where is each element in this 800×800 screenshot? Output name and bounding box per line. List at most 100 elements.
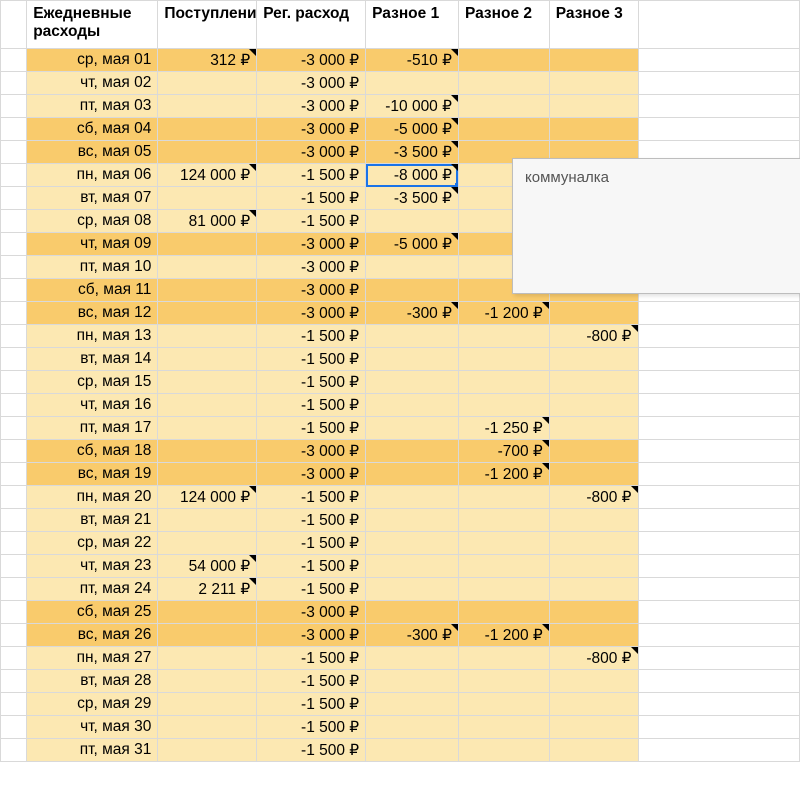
cell-m2[interactable] xyxy=(458,532,549,555)
row-stub[interactable] xyxy=(1,601,27,624)
cell-m2[interactable] xyxy=(458,394,549,417)
cell-m3[interactable] xyxy=(549,601,638,624)
cell-date[interactable]: ср, мая 29 xyxy=(27,693,158,716)
row-stub[interactable] xyxy=(1,256,27,279)
cell-m1[interactable]: -5 000 ₽ xyxy=(366,233,459,256)
cell-date[interactable]: пн, мая 06 xyxy=(27,164,158,187)
row-stub[interactable] xyxy=(1,371,27,394)
cell-m3[interactable]: -800 ₽ xyxy=(549,325,638,348)
cell-m1[interactable]: -510 ₽ xyxy=(366,49,459,72)
cell-date[interactable]: вт, мая 21 xyxy=(27,509,158,532)
cell-reg[interactable]: -3 000 ₽ xyxy=(257,302,366,325)
cell-blank[interactable] xyxy=(638,302,799,325)
cell-income[interactable]: 81 000 ₽ xyxy=(158,210,257,233)
cell-reg[interactable]: -1 500 ₽ xyxy=(257,555,366,578)
row-stub[interactable] xyxy=(1,118,27,141)
cell-m1[interactable]: -300 ₽ xyxy=(366,624,459,647)
cell-blank[interactable] xyxy=(638,95,799,118)
cell-m3[interactable] xyxy=(549,371,638,394)
cell-income[interactable] xyxy=(158,739,257,762)
cell-date[interactable]: сб, мая 25 xyxy=(27,601,158,624)
cell-income[interactable] xyxy=(158,716,257,739)
row-stub[interactable] xyxy=(1,233,27,256)
row-stub[interactable] xyxy=(1,647,27,670)
cell-m2[interactable]: -700 ₽ xyxy=(458,440,549,463)
cell-m1[interactable] xyxy=(366,463,459,486)
cell-date[interactable]: пт, мая 24 xyxy=(27,578,158,601)
cell-m1[interactable] xyxy=(366,509,459,532)
cell-income[interactable] xyxy=(158,233,257,256)
cell-reg[interactable]: -3 000 ₽ xyxy=(257,72,366,95)
row-stub[interactable] xyxy=(1,325,27,348)
cell-date[interactable]: чт, мая 09 xyxy=(27,233,158,256)
header-reg[interactable]: Рег. расход xyxy=(257,1,366,49)
cell-blank[interactable] xyxy=(638,601,799,624)
cell-date[interactable]: чт, мая 23 xyxy=(27,555,158,578)
cell-income[interactable] xyxy=(158,463,257,486)
cell-blank[interactable] xyxy=(638,693,799,716)
row-stub[interactable] xyxy=(1,164,27,187)
cell-income[interactable] xyxy=(158,302,257,325)
cell-m2[interactable]: -1 250 ₽ xyxy=(458,417,549,440)
cell-reg[interactable]: -1 500 ₽ xyxy=(257,693,366,716)
cell-date[interactable]: сб, мая 18 xyxy=(27,440,158,463)
cell-m1[interactable] xyxy=(366,371,459,394)
cell-blank[interactable] xyxy=(638,670,799,693)
cell-m2[interactable] xyxy=(458,325,549,348)
cell-m2[interactable] xyxy=(458,72,549,95)
cell-m3[interactable] xyxy=(549,49,638,72)
cell-m1[interactable] xyxy=(366,601,459,624)
cell-blank[interactable] xyxy=(638,509,799,532)
cell-date[interactable]: пт, мая 10 xyxy=(27,256,158,279)
spreadsheet-area[interactable]: Ежедневные расходы Поступления Рег. расх… xyxy=(0,0,800,800)
cell-income[interactable] xyxy=(158,417,257,440)
cell-m2[interactable] xyxy=(458,371,549,394)
row-stub[interactable] xyxy=(1,279,27,302)
cell-income[interactable] xyxy=(158,509,257,532)
row-stub[interactable] xyxy=(1,187,27,210)
cell-income[interactable]: 54 000 ₽ xyxy=(158,555,257,578)
cell-date[interactable]: пт, мая 17 xyxy=(27,417,158,440)
row-stub[interactable] xyxy=(1,578,27,601)
cell-date[interactable]: ср, мая 22 xyxy=(27,532,158,555)
cell-m2[interactable] xyxy=(458,118,549,141)
row-stub[interactable] xyxy=(1,670,27,693)
cell-reg[interactable]: -1 500 ₽ xyxy=(257,532,366,555)
cell-reg[interactable]: -1 500 ₽ xyxy=(257,739,366,762)
cell-income[interactable]: 2 211 ₽ xyxy=(158,578,257,601)
cell-m2[interactable] xyxy=(458,670,549,693)
cell-m1[interactable] xyxy=(366,256,459,279)
cell-m2[interactable] xyxy=(458,647,549,670)
cell-reg[interactable]: -3 000 ₽ xyxy=(257,118,366,141)
cell-m3[interactable] xyxy=(549,693,638,716)
cell-blank[interactable] xyxy=(638,463,799,486)
cell-m3[interactable] xyxy=(549,509,638,532)
cell-reg[interactable]: -3 000 ₽ xyxy=(257,279,366,302)
cell-m1[interactable] xyxy=(366,532,459,555)
cell-reg[interactable]: -3 000 ₽ xyxy=(257,440,366,463)
cell-income[interactable] xyxy=(158,624,257,647)
cell-m1[interactable] xyxy=(366,279,459,302)
cell-date[interactable]: сб, мая 04 xyxy=(27,118,158,141)
cell-m2[interactable] xyxy=(458,716,549,739)
cell-date[interactable]: вт, мая 14 xyxy=(27,348,158,371)
cell-date[interactable]: пн, мая 27 xyxy=(27,647,158,670)
cell-m1[interactable]: -3 500 ₽ xyxy=(366,141,459,164)
cell-income[interactable] xyxy=(158,187,257,210)
cell-m2[interactable]: -1 200 ₽ xyxy=(458,463,549,486)
cell-m1[interactable] xyxy=(366,348,459,371)
cell-income[interactable] xyxy=(158,348,257,371)
cell-reg[interactable]: -1 500 ₽ xyxy=(257,325,366,348)
header-misc1[interactable]: Разное 1 xyxy=(366,1,459,49)
cell-m1[interactable] xyxy=(366,647,459,670)
cell-m3[interactable] xyxy=(549,118,638,141)
cell-income[interactable] xyxy=(158,118,257,141)
row-stub[interactable] xyxy=(1,394,27,417)
cell-note-popup[interactable]: коммуналка xyxy=(512,158,800,294)
cell-date[interactable]: вт, мая 07 xyxy=(27,187,158,210)
cell-m3[interactable] xyxy=(549,463,638,486)
cell-m1[interactable] xyxy=(366,693,459,716)
row-stub[interactable] xyxy=(1,693,27,716)
cell-m1[interactable]: -8 000 ₽ xyxy=(366,164,459,187)
cell-reg[interactable]: -3 000 ₽ xyxy=(257,233,366,256)
